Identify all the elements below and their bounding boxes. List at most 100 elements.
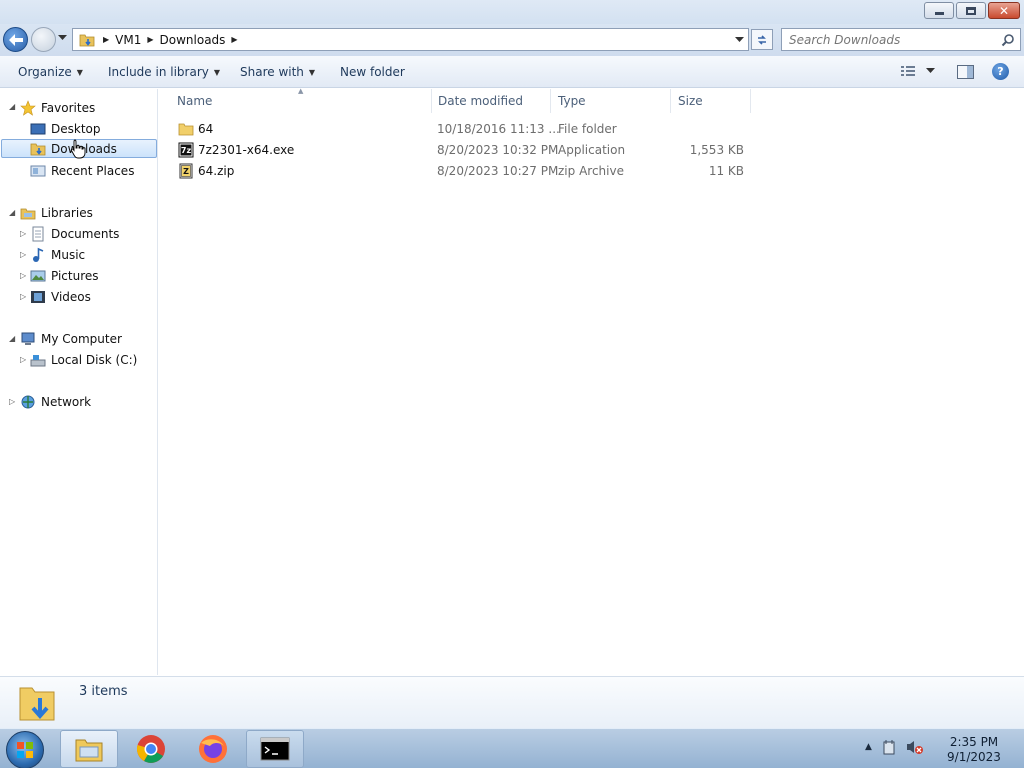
nav-pictures[interactable]: Pictures [30,266,99,285]
taskbar-chrome[interactable] [122,730,180,768]
nav-recent-places[interactable]: Recent Places [30,161,134,180]
hard-drive-icon [30,354,46,366]
breadcrumb-downloads[interactable]: Downloads [160,33,226,47]
change-view-button[interactable] [900,64,935,78]
7zip-exe-icon: 7z [178,142,194,158]
breadcrumb-chevron-icon[interactable]: ▶ [231,35,237,44]
column-headers: ▲ Name Date modified Type Size [160,87,1024,113]
file-type: zip Archive [558,164,624,178]
share-with-label: Share with [240,65,304,79]
expand-triangle-icon[interactable]: ◢ [9,102,15,111]
minimize-icon [934,12,944,15]
view-list-icon [901,66,915,76]
computer-icon [21,332,35,345]
forward-button[interactable] [31,27,56,52]
chevron-down-icon: ▼ [213,67,221,77]
collapsed-triangle-icon[interactable]: ▷ [9,397,15,406]
taskbar-firefox[interactable] [184,730,242,768]
collapsed-triangle-icon[interactable]: ▷ [20,292,26,301]
breadcrumb-chevron-icon[interactable]: ▶ [147,35,153,44]
taskbar-explorer[interactable] [60,730,118,768]
include-in-library-button[interactable]: Include in library ▼ [108,65,220,79]
column-header-name[interactable]: Name [160,89,432,113]
nav-my-computer-label: My Computer [41,331,122,346]
back-arrow-icon [8,33,23,46]
back-button[interactable] [3,27,28,52]
nav-local-disk[interactable]: Local Disk (C:) [30,350,137,369]
nav-favorites[interactable]: Favorites [20,98,95,117]
preview-pane-icon[interactable] [957,65,974,79]
file-name: 64.zip [198,164,235,178]
system-clock[interactable]: 2:35 PM 9/1/2023 [940,735,1008,765]
expand-triangle-icon[interactable]: ◢ [9,208,15,217]
nav-my-computer[interactable]: My Computer [20,329,122,348]
nav-libraries[interactable]: Libraries [20,203,93,222]
taskbar-command-prompt[interactable] [246,730,304,768]
nav-documents[interactable]: Documents [30,224,119,243]
file-size: 11 KB [708,164,744,178]
breadcrumb-vm1[interactable]: VM1 [115,33,141,47]
start-button[interactable] [6,731,44,768]
nav-network[interactable]: Network [20,392,91,411]
recent-pages-dropdown-icon[interactable] [58,35,67,41]
share-with-button[interactable]: Share with ▼ [240,65,315,79]
search-icon[interactable] [1001,33,1015,47]
window-controls: ✕ [924,2,1020,19]
nav-local-disk-label: Local Disk (C:) [51,352,138,367]
folder-icon [178,123,194,136]
nav-desktop[interactable]: Desktop [30,119,101,138]
file-row[interactable]: 64 10/18/2016 11:13 ... File folder [175,119,755,140]
new-folder-button[interactable]: New folder [340,65,405,79]
column-date-label: Date modified [438,94,524,108]
address-bar[interactable]: ▶ VM1 ▶ Downloads ▶ [72,28,749,51]
libraries-icon [20,208,36,219]
details-pane: 3 items [0,676,1024,728]
nav-music[interactable]: Music [30,245,85,264]
show-hidden-icons-icon[interactable]: ▲ [865,742,872,752]
help-icon[interactable]: ? [992,63,1009,80]
explorer-icon [75,739,103,762]
organize-button[interactable]: Organize ▼ [18,65,83,79]
minimize-button[interactable] [924,2,954,19]
search-input[interactable] [789,32,999,47]
close-button[interactable]: ✕ [988,2,1020,19]
file-row[interactable]: 7z 7z2301-x64.exe 8/20/2023 10:32 PM App… [175,140,755,161]
file-date: 8/20/2023 10:32 PM [437,143,559,157]
file-row[interactable]: Z 64.zip 8/20/2023 10:27 PM zip Archive … [175,161,755,182]
pictures-icon [30,270,46,281]
expand-triangle-icon[interactable]: ◢ [9,334,15,343]
svg-text:7z: 7z [181,146,192,155]
search-box[interactable] [781,28,1021,51]
column-header-date-modified[interactable]: Date modified [421,89,551,113]
taskbar: ▲ 2:35 PM 9/1/2023 [0,728,1024,768]
collapsed-triangle-icon[interactable]: ▷ [20,250,26,259]
breadcrumb-chevron-icon[interactable]: ▶ [103,35,109,44]
file-size: 1,553 KB [689,143,744,157]
navigation-pane: ◢ Favorites Desktop Downloads Recent Pla… [0,89,158,675]
column-size-label: Size [678,94,703,108]
collapsed-triangle-icon[interactable]: ▷ [20,355,26,364]
volume-muted-icon[interactable] [906,739,924,755]
new-folder-label: New folder [340,65,405,79]
file-type: File folder [558,122,617,136]
nav-videos[interactable]: Videos [30,287,91,306]
collapsed-triangle-icon[interactable]: ▷ [20,271,26,280]
column-type-label: Type [558,94,586,108]
chevron-down-icon: ▼ [76,67,83,77]
maximize-button[interactable] [956,2,986,19]
svg-text:Z: Z [183,167,189,176]
address-row: ▶ VM1 ▶ Downloads ▶ [0,24,1024,56]
chevron-down-icon: ▼ [308,67,316,77]
nav-recent-places-label: Recent Places [51,163,135,178]
system-tray: ▲ [865,739,924,755]
column-header-type[interactable]: Type [541,89,671,113]
collapsed-triangle-icon[interactable]: ▷ [20,229,26,238]
recent-places-icon [30,165,46,176]
file-type: Application [558,143,626,157]
chrome-icon [136,735,165,763]
column-header-size[interactable]: Size [661,89,751,113]
action-center-icon[interactable] [881,739,897,755]
refresh-button[interactable] [751,29,773,50]
address-dropdown-icon[interactable] [735,37,744,43]
folder-location-icon [79,34,95,46]
